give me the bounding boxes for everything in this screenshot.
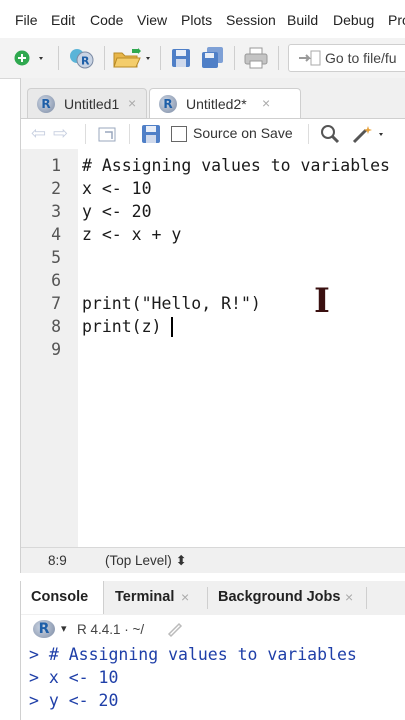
print-icon: [244, 47, 268, 69]
save-all-icon: [202, 47, 223, 68]
save-icon: [172, 49, 190, 67]
close-icon[interactable]: ×: [128, 95, 136, 111]
menu-plots[interactable]: Plots: [181, 12, 212, 28]
line-number-gutter: 1 2 3 4 5 6 7 8 9: [21, 149, 78, 547]
line-number: 1: [51, 156, 61, 175]
scope-selector[interactable]: (Top Level) ⬍: [105, 553, 187, 569]
console-info-bar: R ▾ R 4.4.1 · ~/: [21, 615, 405, 643]
goto-file-input[interactable]: Go to file/fu: [288, 44, 405, 72]
forward-arrow-icon[interactable]: ⇨: [53, 123, 68, 144]
console-line: > # Assigning values to variables: [29, 645, 357, 664]
code-line: # Assigning values to variables: [82, 156, 390, 175]
code-editor[interactable]: # Assigning values to variables x <- 10 …: [78, 149, 405, 547]
menu-build[interactable]: Build: [287, 12, 318, 28]
menu-bar: File Edit Code View Plots Session Build …: [0, 0, 405, 38]
line-number: 4: [51, 225, 61, 244]
goto-file-placeholder: Go to file/fu: [325, 50, 397, 66]
editor-toolbar: ⇦ ⇨ Source on Save: [21, 118, 405, 150]
console-line: > y <- 20: [29, 691, 119, 710]
menu-debug[interactable]: Debug: [333, 12, 374, 28]
project-button[interactable]: R: [68, 46, 98, 70]
back-arrow-icon[interactable]: ⇦: [31, 123, 46, 144]
project-icon: R: [70, 49, 94, 69]
open-file-button[interactable]: [112, 46, 156, 70]
line-number: 7: [51, 294, 61, 313]
line-number: 5: [51, 248, 61, 267]
tab-background-jobs[interactable]: Background Jobs ×: [208, 581, 378, 614]
text-cursor: [171, 317, 173, 337]
tab-label: Untitled1: [64, 96, 120, 112]
code-line: x <- 10: [82, 179, 152, 198]
tab-untitled2[interactable]: R Untitled2* ×: [149, 88, 301, 120]
line-number: 8: [51, 317, 61, 336]
source-on-save-checkbox[interactable]: [171, 126, 187, 142]
tab-terminal[interactable]: Terminal ×: [105, 581, 207, 614]
tab-label: Untitled2*: [186, 96, 247, 112]
line-number: 9: [51, 340, 61, 359]
line-number: 6: [51, 271, 61, 290]
close-icon[interactable]: ×: [345, 589, 353, 605]
code-line: print("Hello, R!"): [82, 294, 261, 313]
menu-file[interactable]: File: [15, 12, 38, 28]
editor-tabs: R Untitled1 × R Untitled2* ×: [21, 84, 405, 120]
goto-file-icon: [299, 50, 321, 66]
close-icon[interactable]: ×: [262, 95, 270, 111]
console-line: > x <- 10: [29, 668, 119, 687]
cursor-position: 8:9: [48, 553, 67, 568]
tab-untitled1[interactable]: R Untitled1 ×: [27, 88, 147, 119]
main-toolbar: R Go to file/fu: [0, 38, 405, 79]
tab-label: Background Jobs: [218, 589, 341, 605]
svg-text:R: R: [81, 55, 90, 68]
r-version: R 4.4.1 · ~/: [77, 622, 145, 637]
search-icon[interactable]: [319, 123, 341, 145]
source-on-save-label: Source on Save: [193, 125, 293, 141]
code-line: z <- x + y: [82, 225, 182, 244]
tab-console[interactable]: Console: [21, 581, 104, 614]
save-icon[interactable]: [141, 124, 161, 144]
save-button[interactable]: [170, 46, 192, 70]
menu-profile[interactable]: Pro: [388, 12, 405, 28]
menu-view[interactable]: View: [137, 12, 167, 28]
code-line: y <- 20: [82, 202, 152, 221]
menu-edit[interactable]: Edit: [51, 12, 75, 28]
console-tabs: Console Terminal × Background Jobs ×: [21, 581, 405, 616]
code-line: print(z): [82, 317, 162, 336]
chevron-down-icon[interactable]: ▾: [61, 622, 67, 635]
line-number: 3: [51, 202, 61, 221]
show-in-window-icon[interactable]: [97, 124, 119, 144]
r-logo-icon: R: [33, 620, 55, 638]
line-number: 2: [51, 179, 61, 198]
r-logo-icon: R: [159, 95, 177, 113]
open-folder-icon: [113, 48, 150, 68]
refresh-icon[interactable]: [166, 622, 184, 638]
save-all-button[interactable]: [200, 46, 226, 70]
menu-code[interactable]: Code: [90, 12, 123, 28]
magic-wand-icon[interactable]: [351, 123, 387, 145]
editor-status-bar: 8:9 (Top Level) ⬍: [21, 547, 405, 574]
menu-session[interactable]: Session: [226, 12, 276, 28]
new-file-button[interactable]: [12, 46, 48, 70]
close-icon[interactable]: ×: [181, 589, 189, 605]
r-logo-icon: R: [37, 95, 55, 113]
new-file-icon: [14, 50, 43, 66]
console-pane: Console Terminal × Background Jobs × R ▾…: [20, 581, 405, 720]
tab-label: Console: [31, 589, 89, 605]
text-cursor-icon: I: [314, 281, 330, 321]
source-pane: R Untitled1 × R Untitled2* × ⇦ ⇨ Source …: [20, 78, 405, 574]
print-button[interactable]: [243, 46, 269, 70]
tab-label: Terminal: [115, 589, 175, 605]
